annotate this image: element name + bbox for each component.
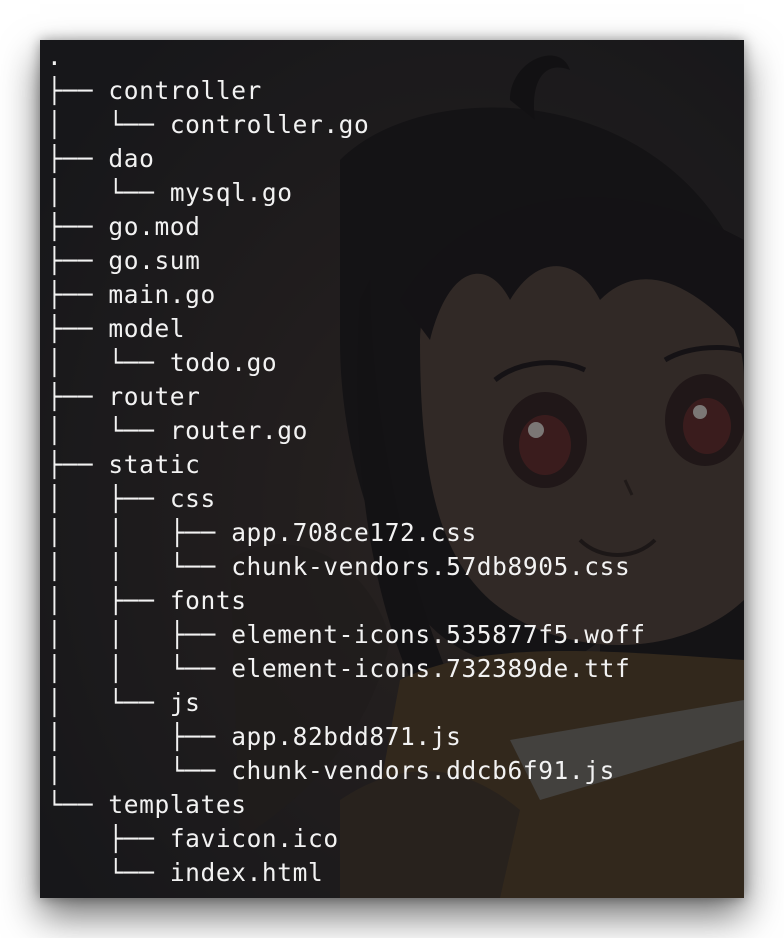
tree-entry: ├── go.mod xyxy=(47,210,201,244)
tree-entry: │ └── router.go xyxy=(47,414,308,448)
tree-entry-name: mysql.go xyxy=(169,178,293,207)
tree-entry-name: templates xyxy=(108,790,247,819)
tree-entry-name: main.go xyxy=(108,280,216,309)
tree-entry-name: router.go xyxy=(169,416,308,445)
tree-entry: │ │ ├── element-icons.535877f5.woff xyxy=(47,618,646,652)
tree-entry: │ └── controller.go xyxy=(47,108,369,142)
tree-branch-prefix: ├── xyxy=(47,76,109,105)
tree-branch-prefix: │ └── xyxy=(47,178,170,207)
tree-entry: │ │ ├── app.708ce172.css xyxy=(47,516,477,550)
tree-entry-name: controller.go xyxy=(169,110,370,139)
tree-entry: │ │ └── element-icons.732389de.ttf xyxy=(47,652,630,686)
tree-branch-prefix: │ ├── xyxy=(47,722,232,751)
tree-entry-name: app.708ce172.css xyxy=(231,518,477,547)
tree-entry-name: app.82bdd871.js xyxy=(231,722,462,751)
tree-entry-name: element-icons.535877f5.woff xyxy=(231,620,646,649)
tree-entry-name: css xyxy=(169,484,216,513)
tree-entry: ├── dao xyxy=(47,142,154,176)
tree-output: . ├── controller │ └── controller.go ├── d… xyxy=(40,40,744,898)
tree-entry: ├── static xyxy=(47,448,201,482)
tree-branch-prefix: ├── xyxy=(47,382,109,411)
tree-branch-prefix: │ └── xyxy=(47,348,170,377)
tree-entry-name: index.html xyxy=(169,858,324,887)
tree-entry: ├── router xyxy=(47,380,201,414)
tree-entry: └── index.html xyxy=(47,856,323,890)
tree-entry: │ ├── css xyxy=(47,482,216,516)
tree-branch-prefix: │ ├── xyxy=(47,484,170,513)
tree-branch-prefix: └── xyxy=(47,858,170,887)
tree-branch-prefix: │ └── xyxy=(47,756,232,785)
tree-entry-name: favicon.ico xyxy=(169,824,339,853)
tree-branch-prefix: ├── xyxy=(47,450,109,479)
tree-branch-prefix: │ │ └── xyxy=(47,552,232,581)
tree-entry-name: model xyxy=(108,314,186,343)
tree-entry: ├── go.sum xyxy=(47,244,201,278)
tree-entry: │ └── chunk-vendors.ddcb6f91.js xyxy=(47,754,615,788)
tree-branch-prefix: │ │ └── xyxy=(47,654,232,683)
tree-branch-prefix: │ └── xyxy=(47,688,170,717)
terminal-window[interactable]: . ├── controller │ └── controller.go ├── d… xyxy=(40,40,744,898)
tree-entry: ├── favicon.ico xyxy=(47,822,339,856)
tree-entry-name: chunk-vendors.57db8905.css xyxy=(231,552,631,581)
tree-branch-prefix: │ │ ├── xyxy=(47,620,232,649)
tree-entry-name: router xyxy=(108,382,201,411)
tree-branch-prefix: ├── xyxy=(47,280,109,309)
tree-entry: ├── model xyxy=(47,312,185,346)
tree-entry-name: element-icons.732389de.ttf xyxy=(231,654,631,683)
tree-branch-prefix: ├── xyxy=(47,314,109,343)
tree-entry: │ ├── app.82bdd871.js xyxy=(47,720,461,754)
tree-entry: │ │ └── chunk-vendors.57db8905.css xyxy=(47,550,630,584)
tree-branch-prefix: ├── xyxy=(47,246,109,275)
tree-entry: │ └── js xyxy=(47,686,201,720)
tree-branch-prefix: │ └── xyxy=(47,416,170,445)
tree-entry-name: dao xyxy=(108,144,155,173)
tree-entry-name: chunk-vendors.ddcb6f91.js xyxy=(231,756,615,785)
tree-entry: └── templates xyxy=(47,788,247,822)
tree-entry-name: todo.go xyxy=(169,348,278,377)
tree-entry-name: static xyxy=(108,450,201,479)
tree-branch-prefix: ├── xyxy=(47,144,109,173)
tree-entry-name: go.mod xyxy=(108,212,201,241)
tree-entry-name: fonts xyxy=(169,586,247,615)
tree-entry: ├── controller xyxy=(47,74,262,108)
tree-entry-name: controller xyxy=(108,76,262,105)
tree-branch-prefix: │ ├── xyxy=(47,586,170,615)
tree-branch-prefix: ├── xyxy=(47,212,109,241)
tree-entry-name: go.sum xyxy=(108,246,201,275)
tree-branch-prefix: ├── xyxy=(47,824,170,853)
tree-entry-name: js xyxy=(169,688,201,717)
tree-root: . xyxy=(47,42,63,71)
tree-entry: ├── main.go xyxy=(47,278,216,312)
tree-branch-prefix: └── xyxy=(47,790,109,819)
tree-entry: │ ├── fonts xyxy=(47,584,247,618)
tree-entry: │ └── todo.go xyxy=(47,346,277,380)
tree-branch-prefix: │ └── xyxy=(47,110,170,139)
tree-entry: │ └── mysql.go xyxy=(47,176,293,210)
tree-branch-prefix: │ │ ├── xyxy=(47,518,232,547)
